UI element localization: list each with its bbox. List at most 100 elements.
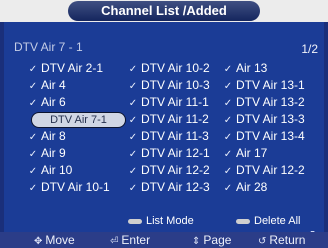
channel-item[interactable]: ✓ DTV Air 10-2: [128, 60, 210, 77]
enter-hint: ⏎ Enter: [110, 232, 150, 248]
channel-item[interactable]: ✓ DTV Air 2-1: [28, 60, 103, 77]
channel-label: DTV Air 11-3: [141, 129, 209, 143]
check-icon: ✓: [128, 166, 138, 177]
check-icon: ✓: [223, 166, 233, 177]
check-icon: ✓: [128, 64, 138, 75]
channel-label: Air 10: [41, 163, 73, 177]
channel-label: Air 8: [41, 129, 66, 143]
channel-item[interactable]: ✓ DTV Air 13-3: [223, 111, 305, 128]
move-label: Move: [45, 233, 75, 247]
channel-grid: ✓ DTV Air 2-1 ✓ DTV Air 10-2 ✓ Air 13 ✓ Air …: [18, 60, 318, 196]
delete-all-label: Delete All: [254, 215, 301, 227]
channel-label: Air 6: [41, 95, 66, 109]
list-mode-label: List Mode: [146, 215, 194, 227]
channel-item[interactable]: ✓ DTV Air 11-1: [128, 94, 209, 111]
channel-item[interactable]: ✓ Air 28: [223, 179, 268, 196]
channel-label: Air 28: [236, 180, 268, 194]
channel-item[interactable]: ✓ Air 9: [28, 145, 66, 162]
check-icon: ✓: [128, 183, 138, 194]
footer-help-bar: ✥ Move ⏎ Enter ⇕ Page ↺ Return: [0, 232, 328, 248]
page-label: Page: [203, 233, 232, 247]
channel-row: DTV Air 7-1 ✓ DTV Air 11-2 ✓ DTV Air 13-3: [18, 111, 318, 128]
channel-item[interactable]: ✓ DTV Air 10-3: [128, 77, 210, 94]
channel-label: DTV Air 2-1: [41, 61, 104, 75]
channel-row: ✓ Air 8 ✓ DTV Air 11-3 ✓ DTV Air 13-4: [18, 128, 318, 145]
channel-label: Air 4: [41, 78, 66, 92]
channel-row: ✓ Air 4 ✓ DTV Air 10-3 ✓ DTV Air 13-1: [18, 77, 318, 94]
channel-label: DTV Air 13-3: [236, 112, 305, 126]
channel-item[interactable]: ✓ Air 6: [28, 94, 66, 111]
channel-item[interactable]: ✓ DTV Air 12-2: [223, 162, 305, 179]
channel-item[interactable]: ✓ DTV Air 12-3: [128, 179, 210, 196]
channel-label: Air 9: [41, 146, 66, 160]
return-label: Return: [269, 233, 306, 247]
check-icon: ✓: [28, 183, 38, 194]
channel-item[interactable]: ✓ Air 8: [28, 128, 66, 145]
channel-item[interactable]: ✓ DTV Air 10-1: [28, 179, 110, 196]
channel-label: DTV Air 12-2: [236, 163, 305, 177]
check-icon: ✓: [28, 81, 38, 92]
channel-item[interactable]: ✓ Air 10: [28, 162, 73, 179]
blue-key-icon: [236, 218, 250, 224]
channel-label: DTV Air 13-1: [236, 78, 305, 92]
check-icon: ✓: [28, 166, 38, 177]
channel-item[interactable]: ✓ Air 13: [223, 60, 268, 77]
channel-item-selected[interactable]: DTV Air 7-1: [31, 112, 126, 128]
enter-label: Enter: [121, 233, 151, 247]
delete-all-button[interactable]: Delete All: [236, 214, 300, 228]
title-bar: Channel List /Added: [0, 0, 328, 22]
channel-row: ✓ DTV Air 2-1 ✓ DTV Air 10-2 ✓ Air 13: [18, 60, 318, 77]
channel-item[interactable]: ✓ DTV Air 12-1: [128, 145, 210, 162]
channel-item[interactable]: ✓ DTV Air 11-2: [128, 111, 209, 128]
page-icon: ⇕: [192, 236, 201, 247]
window-title: Channel List /Added: [68, 1, 260, 21]
check-icon: ✓: [28, 132, 38, 143]
check-icon: ✓: [28, 64, 38, 75]
check-icon: ✓: [28, 98, 38, 109]
tv-screen: Channel List /Added DTV Air 7 - 1 1/2 ✓ D…: [0, 0, 328, 248]
channel-item[interactable]: ✓ Air 4: [28, 77, 66, 94]
check-icon: ✓: [223, 64, 233, 75]
channel-label: DTV Air 10-3: [141, 78, 210, 92]
channel-label: DTV Air 12-3: [141, 180, 210, 194]
page-indicator: 1/2: [301, 42, 318, 56]
green-key-icon: [128, 218, 142, 224]
list-mode-button[interactable]: List Mode: [128, 214, 194, 228]
check-icon: ✓: [223, 81, 233, 92]
check-icon: ✓: [28, 149, 38, 160]
channel-item[interactable]: ✓ DTV Air 13-1: [223, 77, 305, 94]
channel-item[interactable]: ✓ DTV Air 12-2: [128, 162, 210, 179]
channel-label: DTV Air 10-2: [141, 61, 210, 75]
enter-icon: ⏎: [110, 236, 119, 247]
channel-item[interactable]: ✓ DTV Air 11-3: [128, 128, 209, 145]
check-icon: ✓: [223, 183, 233, 194]
channel-label: DTV Air 13-2: [236, 95, 305, 109]
check-icon: ✓: [223, 132, 233, 143]
channel-row: ✓ Air 10 ✓ DTV Air 12-2 ✓ DTV Air 12-2: [18, 162, 318, 179]
channel-item[interactable]: ✓ DTV Air 13-2: [223, 94, 305, 111]
move-icon: ✥: [34, 236, 43, 247]
check-icon: ✓: [128, 98, 138, 109]
channel-label: Air 17: [236, 146, 268, 160]
channel-label: DTV Air 11-1: [141, 95, 209, 109]
channel-item[interactable]: ✓ DTV Air 13-4: [223, 128, 305, 145]
channel-label: DTV Air 10-1: [41, 180, 110, 194]
channel-row: ✓ DTV Air 10-1 ✓ DTV Air 12-3 ✓ Air 28: [18, 179, 318, 196]
channel-label: DTV Air 13-4: [236, 129, 305, 143]
channel-row: ✓ Air 6 ✓ DTV Air 11-1 ✓ DTV Air 13-2: [18, 94, 318, 111]
return-hint: ↺ Return: [258, 232, 305, 248]
channel-label: DTV Air 11-2: [141, 112, 209, 126]
check-icon: ✓: [128, 132, 138, 143]
check-icon: ✓: [223, 149, 233, 160]
channel-row: ✓ Air 9 ✓ DTV Air 12-1 ✓ Air 17: [18, 145, 318, 162]
check-icon: ✓: [128, 115, 138, 126]
check-icon: ✓: [223, 115, 233, 126]
check-icon: ✓: [128, 149, 138, 160]
move-hint: ✥ Move: [34, 232, 75, 248]
channel-item[interactable]: ✓ Air 17: [223, 145, 268, 162]
return-icon: ↺: [258, 236, 267, 247]
current-channel-label: DTV Air 7 - 1: [14, 40, 83, 54]
channel-label: DTV Air 12-1: [141, 146, 210, 160]
channel-label: DTV Air 12-2: [141, 163, 210, 177]
channel-label: Air 13: [236, 61, 268, 75]
